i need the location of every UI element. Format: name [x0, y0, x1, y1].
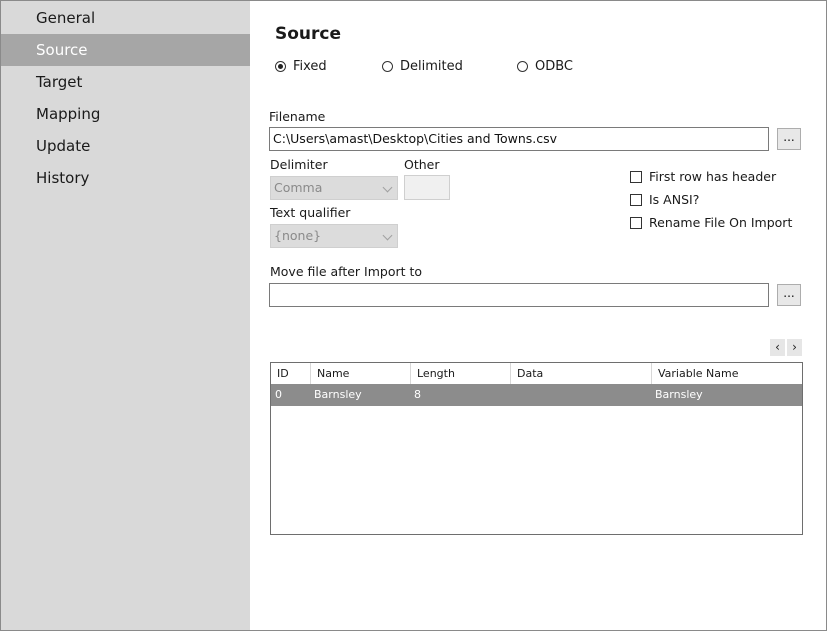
checkbox-icon — [630, 170, 642, 183]
page-title: Source — [275, 24, 342, 44]
cell-data — [511, 384, 514, 406]
sidebar-item-source[interactable]: Source — [1, 34, 250, 66]
column-header-length[interactable]: Length — [411, 363, 511, 384]
fields-grid: ID Name Length Data Variable Name 0 Barn… — [270, 362, 803, 535]
sidebar-item-target[interactable]: Target — [1, 66, 250, 98]
cell-variable-name: Barnsley — [655, 388, 703, 401]
radio-fixed-label: Fixed — [293, 59, 327, 74]
grid-header: ID Name Length Data Variable Name — [271, 363, 802, 385]
sidebar-item-history[interactable]: History — [1, 162, 250, 194]
checkbox-icon — [630, 216, 642, 229]
filename-label: Filename — [269, 109, 326, 124]
cell-name: Barnsley — [314, 388, 362, 401]
delimiter-value: Comma — [274, 180, 323, 195]
is-ansi-checkbox[interactable]: Is ANSI? — [630, 192, 699, 207]
column-header-name[interactable]: Name — [311, 363, 411, 384]
is-ansi-label: Is ANSI? — [649, 192, 700, 207]
sidebar: General Source Target Mapping Update His… — [1, 1, 250, 630]
radio-delimited[interactable]: Delimited — [382, 59, 463, 74]
column-header-variable-name[interactable]: Variable Name — [652, 363, 802, 384]
window: General Source Target Mapping Update His… — [0, 0, 827, 631]
first-row-header-checkbox[interactable]: First row has header — [630, 169, 776, 184]
other-label: Other — [404, 157, 440, 172]
first-row-header-label: First row has header — [649, 169, 777, 184]
filename-field[interactable]: C:\Users\amast\Desktop\Cities and Towns.… — [269, 127, 769, 151]
next-page-button[interactable]: › — [787, 339, 802, 356]
text-qualifier-value: {none} — [274, 228, 322, 243]
sidebar-item-update[interactable]: Update — [1, 130, 250, 162]
rename-file-label: Rename File On Import — [649, 215, 793, 230]
delimiter-label: Delimiter — [270, 157, 328, 172]
sidebar-item-mapping[interactable]: Mapping — [1, 98, 250, 130]
radio-fixed[interactable]: Fixed — [275, 59, 327, 74]
text-qualifier-select[interactable]: {none} — [270, 224, 398, 248]
move-file-browse-button[interactable]: ... — [777, 284, 801, 306]
cell-length: 8 — [414, 388, 421, 401]
table-row[interactable]: 0 Barnsley 8 Barnsley — [271, 384, 802, 406]
column-header-data[interactable]: Data — [511, 363, 652, 384]
radio-odbc-label: ODBC — [535, 59, 574, 74]
other-delimiter-field[interactable] — [404, 175, 450, 200]
text-qualifier-label: Text qualifier — [270, 205, 351, 220]
move-file-field[interactable] — [269, 283, 769, 307]
radio-unchecked-icon — [382, 61, 393, 72]
filename-browse-button[interactable]: ... — [777, 128, 801, 150]
column-header-id[interactable]: ID — [271, 363, 311, 384]
checkbox-icon — [630, 193, 642, 206]
radio-unchecked-icon — [517, 61, 528, 72]
move-file-label: Move file after Import to — [270, 264, 423, 279]
radio-delimited-label: Delimited — [400, 59, 463, 74]
radio-checked-icon — [275, 61, 286, 72]
prev-page-button[interactable]: ‹ — [770, 339, 785, 356]
chevron-down-icon — [382, 182, 393, 193]
cell-id: 0 — [275, 388, 282, 401]
chevron-down-icon — [382, 230, 393, 241]
delimiter-select[interactable]: Comma — [270, 176, 398, 200]
rename-file-checkbox[interactable]: Rename File On Import — [630, 215, 792, 230]
radio-odbc[interactable]: ODBC — [517, 59, 573, 74]
main-panel: Source Fixed Delimited ODBC Filename C:\… — [251, 1, 826, 630]
sidebar-item-general[interactable]: General — [1, 2, 250, 34]
